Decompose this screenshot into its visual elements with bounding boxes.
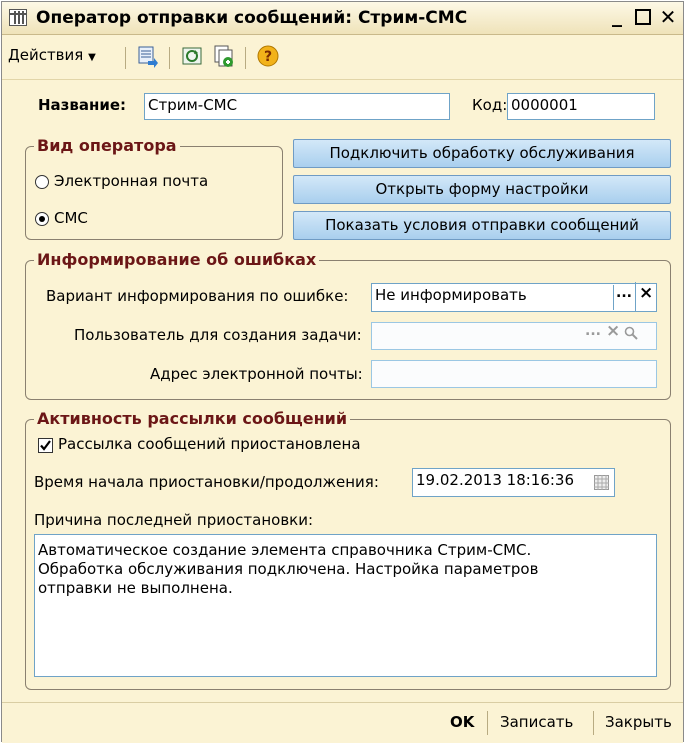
actions-menu[interactable]: Действия ▼ <box>8 46 96 64</box>
select-ellipsis-button[interactable]: ... <box>616 285 632 301</box>
radio-email[interactable] <box>35 175 49 189</box>
calendar-icon[interactable] <box>594 475 609 490</box>
email-field[interactable] <box>371 360 657 388</box>
export-icon[interactable] <box>136 44 160 68</box>
suspended-label[interactable]: Рассылка сообщений приостановлена <box>58 435 361 453</box>
connect-processing-button[interactable]: Подключить обработку обслуживания <box>293 139 671 168</box>
minimize-icon[interactable]: _ <box>606 4 628 26</box>
time-field[interactable]: 19.02.2013 18:16:36 <box>412 468 615 497</box>
field-divider <box>613 285 614 310</box>
footer-bar: OK Записать Закрыть <box>2 702 683 743</box>
copy-icon[interactable] <box>212 44 236 68</box>
footer-separator <box>487 711 488 735</box>
search-icon[interactable] <box>624 326 638 340</box>
radio-sms[interactable] <box>35 212 49 226</box>
reason-label: Причина последней приостановки: <box>34 511 314 529</box>
dialog-window: Оператор отправки сообщений: Стрим-СМС _… <box>1 1 684 743</box>
refresh-icon[interactable] <box>181 44 205 68</box>
variant-label: Вариант информирования по ошибке: <box>46 287 349 305</box>
user-label: Пользователь для создания задачи: <box>74 326 362 344</box>
open-settings-button[interactable]: Открыть форму настройки <box>293 175 671 204</box>
time-label: Время начала приостановки/продолжения: <box>34 473 379 491</box>
suspended-checkbox[interactable] <box>38 438 53 453</box>
operator-type-title: Вид оператора <box>34 136 180 155</box>
form-icon <box>9 9 27 26</box>
footer-separator <box>593 711 594 735</box>
svg-text:?: ? <box>264 49 272 65</box>
maximize-icon[interactable] <box>632 6 654 28</box>
toolbar-separator <box>245 47 246 69</box>
code-label: Код: <box>472 96 508 114</box>
clear-icon[interactable]: × <box>606 321 620 341</box>
field-divider <box>635 282 636 311</box>
variant-field[interactable]: Не информировать <box>371 283 657 312</box>
ok-button[interactable]: OK <box>450 713 474 731</box>
name-label: Название: <box>38 96 127 114</box>
email-label: Адрес электронной почты: <box>150 365 363 383</box>
clear-icon[interactable]: × <box>639 283 653 303</box>
close-icon[interactable]: ✕ <box>657 6 679 28</box>
radio-sms-label[interactable]: СМС <box>54 209 88 227</box>
code-input[interactable]: 0000001 <box>507 93 655 120</box>
close-button[interactable]: Закрыть <box>605 713 672 731</box>
toolbar: Действия ▼ ? <box>2 35 683 80</box>
select-ellipsis-button[interactable]: ... <box>585 323 601 339</box>
save-button[interactable]: Записать <box>500 713 573 731</box>
radio-email-label[interactable]: Электронная почта <box>54 172 208 190</box>
window-title: Оператор отправки сообщений: Стрим-СМС <box>36 8 468 28</box>
toolbar-separator <box>169 47 170 69</box>
title-bar[interactable]: Оператор отправки сообщений: Стрим-СМС _… <box>2 2 683 35</box>
toolbar-separator <box>125 47 126 69</box>
reason-textarea[interactable]: Автоматическое создание элемента справоч… <box>34 534 657 677</box>
activity-title: Активность рассылки сообщений <box>34 409 351 428</box>
actions-label: Действия <box>8 46 84 64</box>
chevron-down-icon: ▼ <box>88 52 96 63</box>
checkmark-icon <box>40 440 51 451</box>
errors-title: Информирование об ошибках <box>34 250 320 269</box>
time-value: 19.02.2013 18:16:36 <box>416 471 575 489</box>
name-input[interactable]: Стрим-СМС <box>144 93 450 120</box>
show-conditions-button[interactable]: Показать условия отправки сообщений <box>293 211 671 240</box>
variant-value: Не информировать <box>375 286 527 304</box>
help-icon[interactable]: ? <box>256 44 280 68</box>
